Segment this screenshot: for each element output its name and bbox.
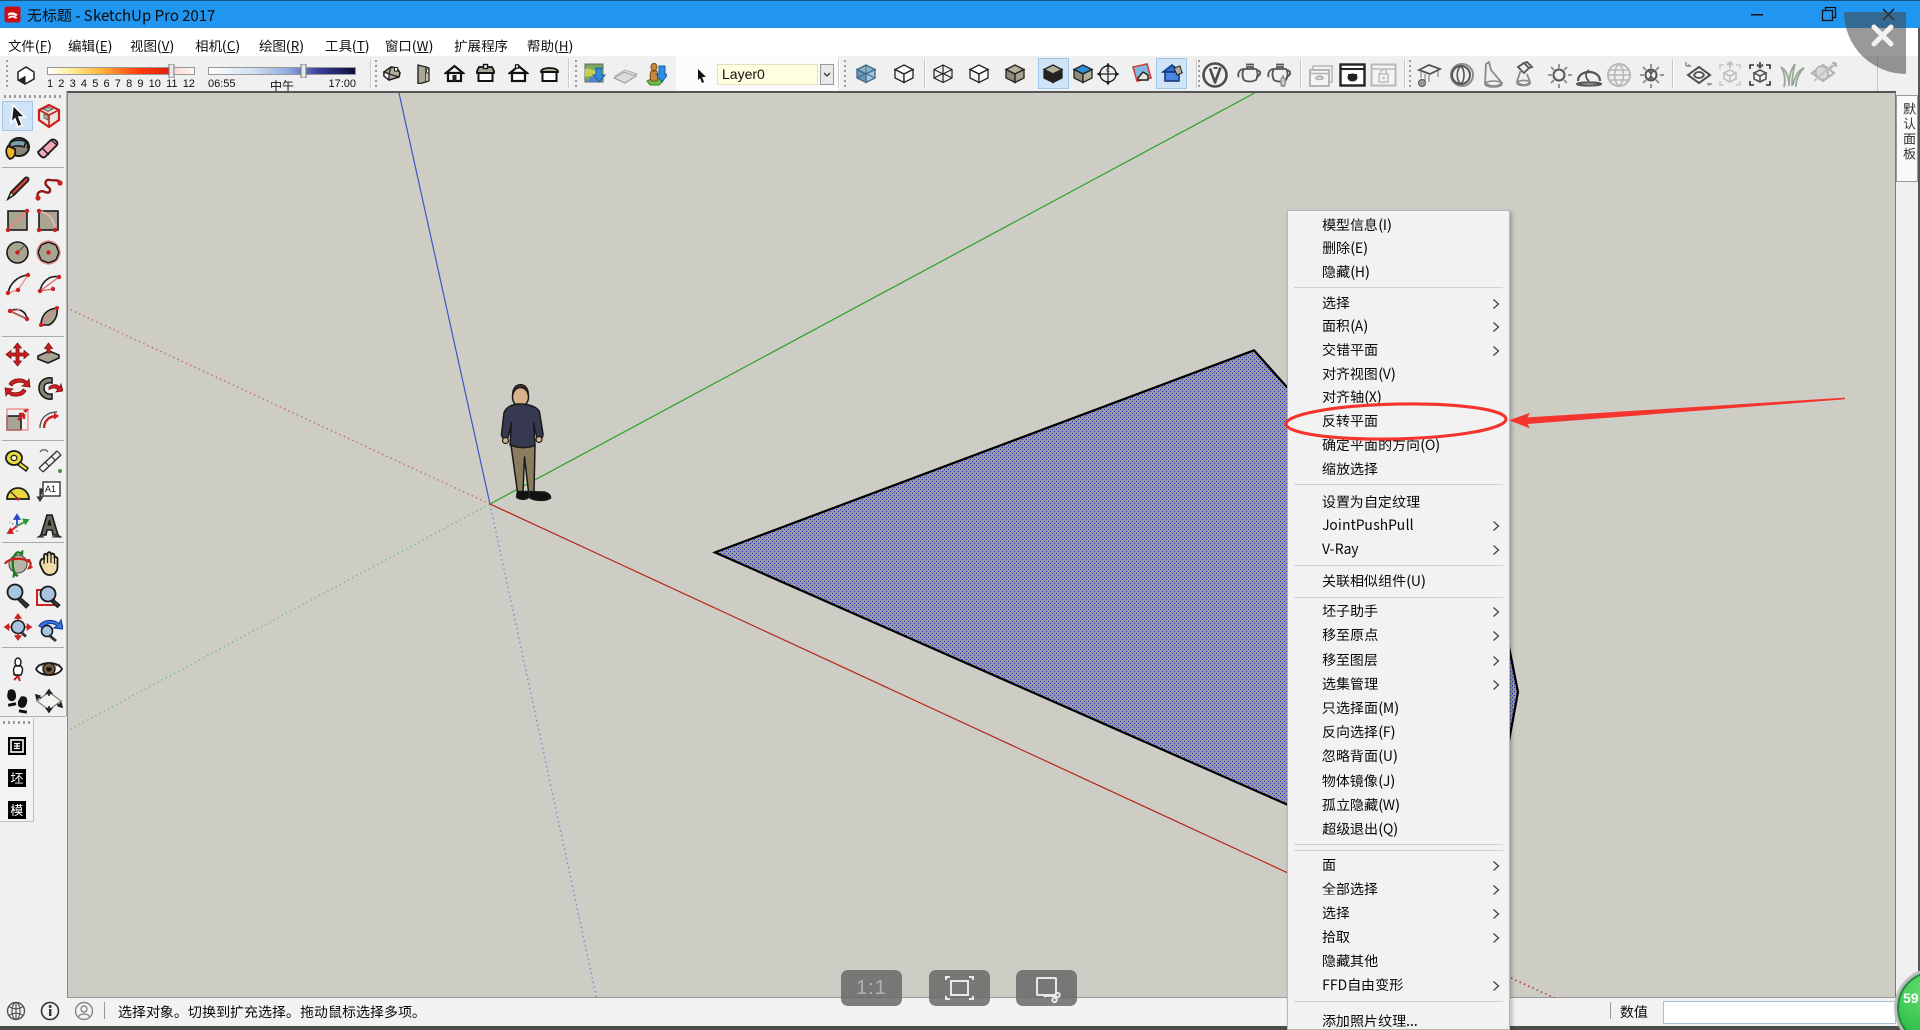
svg-text:C: C	[1106, 68, 1110, 74]
svg-text:A1: A1	[45, 484, 56, 494]
